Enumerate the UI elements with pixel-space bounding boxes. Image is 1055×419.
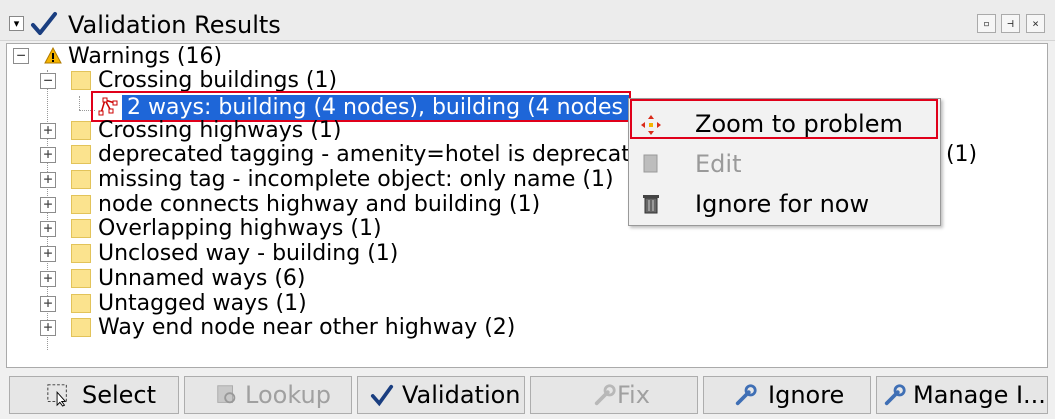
folder-icon — [71, 318, 91, 337]
folder-icon — [71, 269, 91, 288]
tree-root-warnings[interactable]: Warnings (16) — [68, 44, 222, 69]
expander-crossing-buildings[interactable]: − — [40, 73, 56, 89]
menu-item-ignore-for-now[interactable]: Ignore for now — [629, 185, 940, 223]
menu-label: Zoom to problem — [695, 110, 903, 138]
zoom-move-icon — [641, 115, 661, 135]
menu-item-zoom-to-problem[interactable]: Zoom to problem — [629, 105, 940, 143]
expander-group[interactable]: + — [40, 147, 56, 163]
folder-icon — [71, 244, 91, 263]
checkmark-icon — [31, 12, 57, 35]
wrench-icon — [884, 384, 906, 406]
tree-group-untagged-ways[interactable]: Untagged ways (1) — [98, 291, 307, 316]
expander-group[interactable]: + — [40, 172, 56, 188]
select-button[interactable]: Select — [9, 376, 179, 414]
manage-ignored-button[interactable]: Manage I... — [876, 376, 1048, 414]
folder-icon — [71, 145, 91, 164]
way-icon — [98, 97, 118, 116]
panel-title: Validation Results — [68, 11, 281, 39]
tree-group-unnamed-ways[interactable]: Unnamed ways (6) — [98, 266, 306, 291]
tree-group-way-end-node[interactable]: Way end node near other highway (2) — [98, 315, 515, 340]
trash-icon — [643, 195, 659, 214]
lookup-button[interactable]: Lookup — [184, 376, 352, 414]
folder-icon — [71, 121, 91, 140]
menu-item-edit[interactable]: Edit — [629, 145, 940, 183]
edit-icon — [643, 154, 658, 173]
folder-icon — [71, 170, 91, 189]
collapse-toggle-icon[interactable]: ▾ — [9, 16, 24, 31]
validation-button[interactable]: Validation — [357, 376, 525, 414]
expander-group[interactable]: + — [40, 271, 56, 287]
folder-icon — [71, 71, 91, 90]
wrench-icon — [594, 384, 616, 406]
warning-icon — [44, 47, 62, 64]
folder-icon — [71, 219, 91, 238]
checkmark-icon — [370, 384, 394, 407]
folder-icon — [71, 195, 91, 214]
menu-label: Ignore for now — [695, 190, 870, 218]
lookup-icon — [217, 385, 236, 404]
context-menu: Zoom to problem Edit Ignore for now — [628, 98, 941, 226]
panel-dock-button[interactable]: ⊣ — [1001, 14, 1020, 33]
tree-group-missing-tag[interactable]: missing tag - incomplete object: only na… — [98, 167, 614, 192]
wrench-icon — [735, 384, 757, 406]
panel-settings-button[interactable]: ▫ — [977, 14, 996, 33]
tree-item-selected-problem[interactable]: 2 ways: building (4 nodes), building (4 … — [122, 95, 629, 120]
ignore-button[interactable]: Ignore — [703, 376, 871, 414]
expander-group[interactable]: + — [40, 320, 56, 336]
bottom-toolbar: Select Lookup Validation Fix Ignore Mana… — [0, 372, 1055, 419]
expander-group[interactable]: + — [40, 197, 56, 213]
tree-group-deprecated-tagging[interactable]: deprecated tagging - amenity=hotel is de… — [98, 142, 643, 167]
tree-group-crossing-buildings[interactable]: Crossing buildings (1) — [98, 68, 337, 93]
menu-label: Edit — [695, 150, 742, 178]
tree-group-overlapping-highways[interactable]: Overlapping highways (1) — [98, 216, 382, 241]
tree-group-node-connects[interactable]: node connects highway and building (1) — [98, 192, 540, 217]
tree-group-crossing-highways[interactable]: Crossing highways (1) — [98, 118, 341, 143]
folder-icon — [71, 294, 91, 313]
panel-close-button[interactable]: × — [1026, 14, 1045, 33]
expander-group[interactable]: + — [40, 296, 56, 312]
expander-group[interactable]: + — [40, 246, 56, 262]
tree-group-unclosed-way[interactable]: Unclosed way - building (1) — [98, 241, 398, 266]
select-icon — [47, 384, 67, 407]
panel-titlebar: ▾ Validation Results ▫ ⊣ × — [0, 0, 1055, 41]
expander-group[interactable]: + — [40, 221, 56, 237]
expander-warnings[interactable]: − — [13, 48, 29, 64]
fix-button[interactable]: Fix — [530, 376, 698, 414]
expander-group[interactable]: + — [40, 123, 56, 139]
